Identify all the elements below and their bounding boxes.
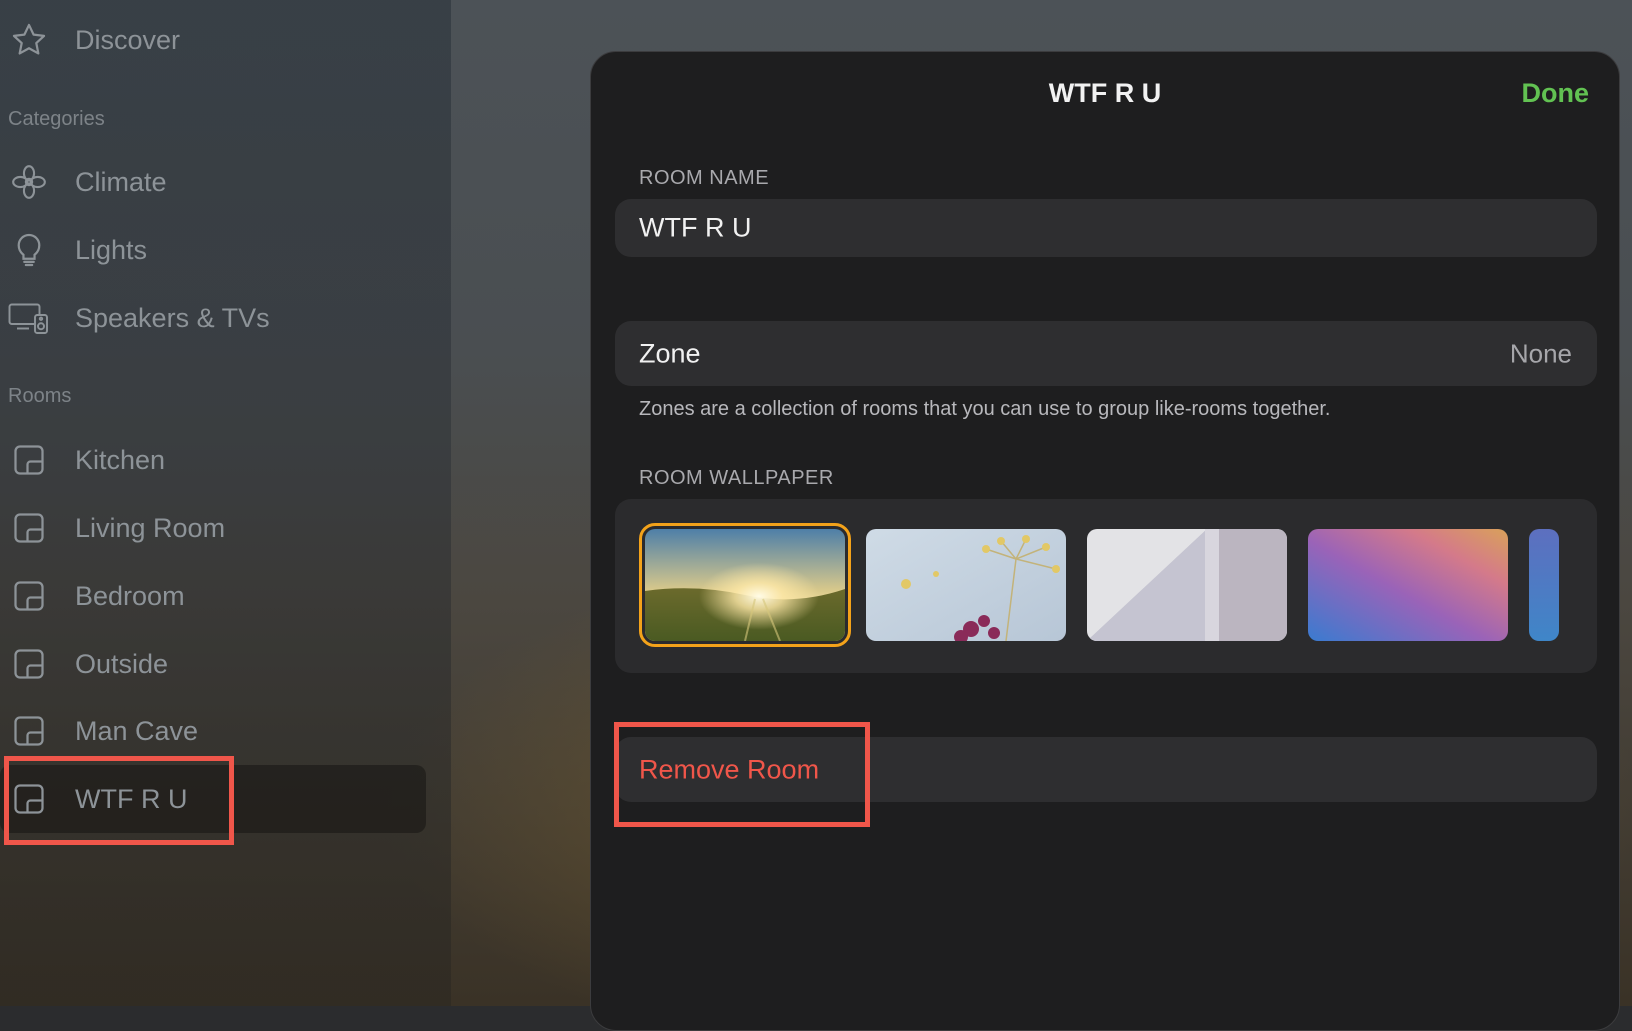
wallpaper-thumb-blue-gradient[interactable]	[1529, 529, 1559, 641]
room-icon	[8, 439, 50, 481]
categories-section-title: Categories	[8, 108, 105, 130]
room-icon	[8, 710, 50, 752]
wallpaper-picker	[615, 499, 1597, 673]
sidebar-item-label: Kitchen	[75, 444, 166, 475]
room-wallpaper-label: ROOM WALLPAPER	[639, 467, 834, 489]
sidebar-item-label: Lights	[75, 234, 148, 265]
room-name-value: WTF R U	[639, 212, 752, 243]
sidebar-item-label: Discover	[75, 24, 181, 55]
zone-help-text: Zones are a collection of rooms that you…	[639, 398, 1331, 420]
sidebar-item-speakers-tvs[interactable]: Speakers & TVs	[0, 284, 426, 352]
wallpaper-thumb-color-gradient[interactable]	[1308, 529, 1508, 641]
annotation-highlight-sidebar	[4, 756, 234, 845]
sidebar-item-kitchen[interactable]: Kitchen	[0, 426, 426, 494]
sheet-title: WTF R U	[1048, 78, 1162, 108]
room-settings-sheet: WTF R U Done ROOM NAME WTF R U Zone None…	[590, 51, 1620, 1031]
sidebar-item-man-cave[interactable]: Man Cave	[0, 697, 426, 765]
room-name-field[interactable]: WTF R U	[615, 199, 1597, 257]
sidebar-item-bedroom[interactable]: Bedroom	[0, 562, 426, 630]
speaker-tv-icon	[8, 297, 50, 339]
fan-icon	[8, 161, 50, 203]
wallpaper-thumb-fennel-flowers[interactable]	[866, 529, 1066, 641]
sidebar-item-label: Climate	[75, 166, 167, 197]
done-button[interactable]: Done	[1522, 78, 1590, 109]
annotation-highlight-remove	[614, 722, 870, 827]
rooms-section-title: Rooms	[8, 385, 72, 407]
room-icon	[8, 507, 50, 549]
sidebar-item-outside[interactable]: Outside	[0, 630, 426, 698]
room-name-label: ROOM NAME	[639, 167, 770, 189]
zone-row[interactable]: Zone None	[615, 321, 1597, 386]
sidebar-item-label: Man Cave	[75, 715, 199, 746]
zone-value: None	[1509, 338, 1572, 368]
star-icon	[8, 19, 50, 61]
wallpaper-thumb-white-wall[interactable]	[1087, 529, 1287, 641]
sidebar-item-label: Bedroom	[75, 580, 185, 611]
sidebar-item-lights[interactable]: Lights	[0, 216, 426, 284]
room-icon	[8, 575, 50, 617]
lightbulb-icon	[8, 229, 50, 271]
sidebar-item-living-room[interactable]: Living Room	[0, 494, 426, 562]
sidebar-item-label: Speakers & TVs	[75, 302, 270, 333]
wallpaper-thumb-sunset-field[interactable]	[639, 523, 851, 647]
sidebar-item-label: Living Room	[75, 512, 226, 543]
sidebar-item-label: Outside	[75, 648, 169, 679]
zone-label: Zone	[639, 338, 701, 368]
sidebar: Discover Categories Climate Lights Speak…	[0, 0, 451, 1006]
room-icon	[8, 643, 50, 685]
sidebar-item-discover[interactable]: Discover	[0, 6, 426, 74]
sidebar-item-climate[interactable]: Climate	[0, 148, 426, 216]
